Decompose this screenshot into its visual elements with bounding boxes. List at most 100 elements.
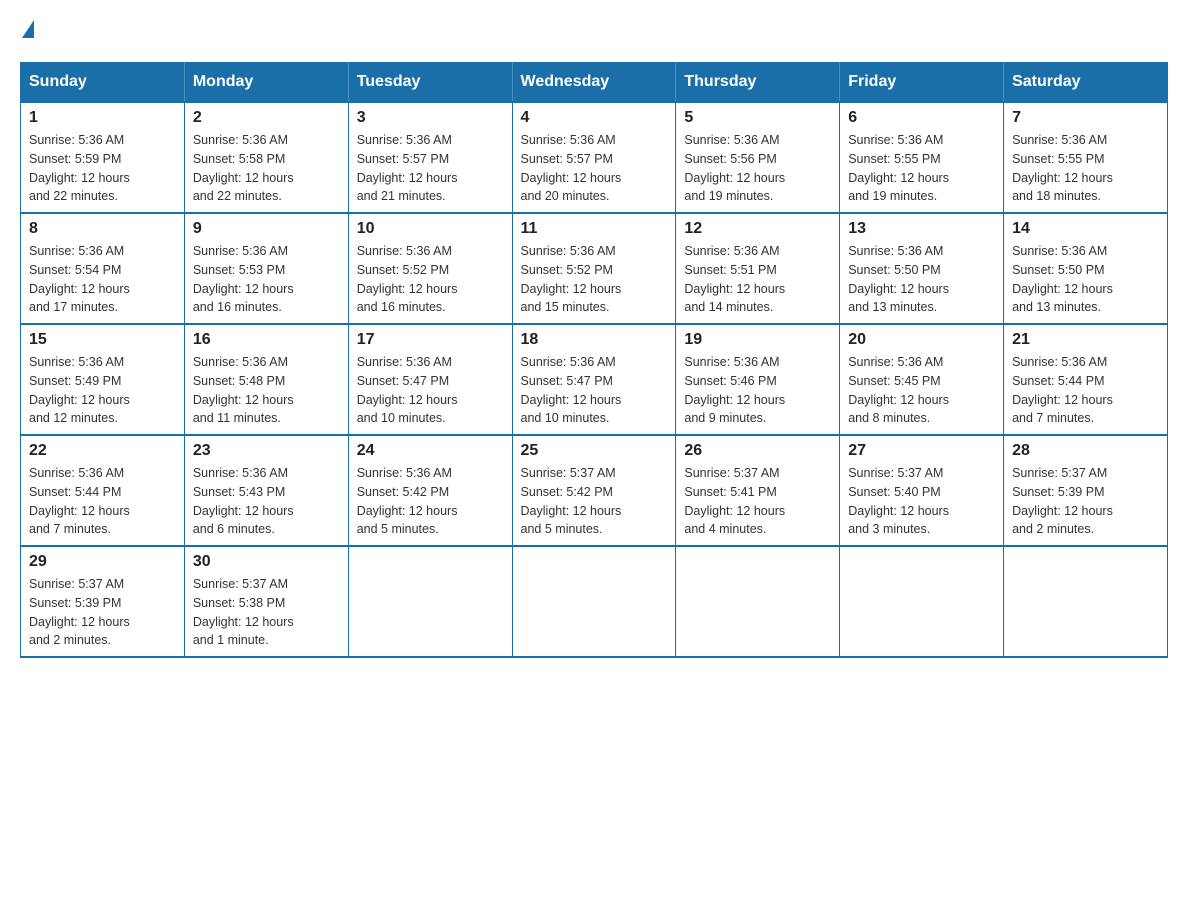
- calendar-table: SundayMondayTuesdayWednesdayThursdayFrid…: [20, 62, 1168, 658]
- day-info: Sunrise: 5:37 AM Sunset: 5:42 PM Dayligh…: [521, 464, 668, 539]
- day-info: Sunrise: 5:36 AM Sunset: 5:47 PM Dayligh…: [357, 353, 504, 428]
- table-row: 25 Sunrise: 5:37 AM Sunset: 5:42 PM Dayl…: [512, 435, 676, 546]
- table-row: 20 Sunrise: 5:36 AM Sunset: 5:45 PM Dayl…: [840, 324, 1004, 435]
- logo-triangle-icon: [22, 20, 34, 38]
- day-info: Sunrise: 5:36 AM Sunset: 5:51 PM Dayligh…: [684, 242, 831, 317]
- day-number: 23: [193, 442, 340, 460]
- table-row: 7 Sunrise: 5:36 AM Sunset: 5:55 PM Dayli…: [1004, 102, 1168, 213]
- table-row: 12 Sunrise: 5:36 AM Sunset: 5:51 PM Dayl…: [676, 213, 840, 324]
- table-row: 16 Sunrise: 5:36 AM Sunset: 5:48 PM Dayl…: [184, 324, 348, 435]
- day-number: 18: [521, 331, 668, 349]
- day-info: Sunrise: 5:36 AM Sunset: 5:57 PM Dayligh…: [521, 131, 668, 206]
- table-row: 9 Sunrise: 5:36 AM Sunset: 5:53 PM Dayli…: [184, 213, 348, 324]
- logo: [20, 20, 34, 42]
- table-row: 22 Sunrise: 5:36 AM Sunset: 5:44 PM Dayl…: [21, 435, 185, 546]
- day-info: Sunrise: 5:36 AM Sunset: 5:50 PM Dayligh…: [1012, 242, 1159, 317]
- day-info: Sunrise: 5:36 AM Sunset: 5:46 PM Dayligh…: [684, 353, 831, 428]
- day-info: Sunrise: 5:36 AM Sunset: 5:45 PM Dayligh…: [848, 353, 995, 428]
- table-row: 3 Sunrise: 5:36 AM Sunset: 5:57 PM Dayli…: [348, 102, 512, 213]
- day-number: 21: [1012, 331, 1159, 349]
- table-row: 1 Sunrise: 5:36 AM Sunset: 5:59 PM Dayli…: [21, 102, 185, 213]
- table-row: 28 Sunrise: 5:37 AM Sunset: 5:39 PM Dayl…: [1004, 435, 1168, 546]
- day-number: 13: [848, 220, 995, 238]
- day-info: Sunrise: 5:36 AM Sunset: 5:54 PM Dayligh…: [29, 242, 176, 317]
- table-row: 11 Sunrise: 5:36 AM Sunset: 5:52 PM Dayl…: [512, 213, 676, 324]
- day-number: 15: [29, 331, 176, 349]
- day-number: 12: [684, 220, 831, 238]
- table-row: 27 Sunrise: 5:37 AM Sunset: 5:40 PM Dayl…: [840, 435, 1004, 546]
- table-row: 14 Sunrise: 5:36 AM Sunset: 5:50 PM Dayl…: [1004, 213, 1168, 324]
- day-info: Sunrise: 5:36 AM Sunset: 5:47 PM Dayligh…: [521, 353, 668, 428]
- day-number: 9: [193, 220, 340, 238]
- day-info: Sunrise: 5:37 AM Sunset: 5:40 PM Dayligh…: [848, 464, 995, 539]
- table-row: 8 Sunrise: 5:36 AM Sunset: 5:54 PM Dayli…: [21, 213, 185, 324]
- column-header-sunday: Sunday: [21, 63, 185, 103]
- table-row: [840, 546, 1004, 657]
- day-number: 24: [357, 442, 504, 460]
- day-info: Sunrise: 5:36 AM Sunset: 5:59 PM Dayligh…: [29, 131, 176, 206]
- table-row: [1004, 546, 1168, 657]
- day-info: Sunrise: 5:36 AM Sunset: 5:52 PM Dayligh…: [521, 242, 668, 317]
- table-row: 18 Sunrise: 5:36 AM Sunset: 5:47 PM Dayl…: [512, 324, 676, 435]
- day-info: Sunrise: 5:36 AM Sunset: 5:50 PM Dayligh…: [848, 242, 995, 317]
- day-number: 11: [521, 220, 668, 238]
- day-info: Sunrise: 5:36 AM Sunset: 5:53 PM Dayligh…: [193, 242, 340, 317]
- table-row: [676, 546, 840, 657]
- day-number: 28: [1012, 442, 1159, 460]
- day-number: 1: [29, 109, 176, 127]
- day-info: Sunrise: 5:36 AM Sunset: 5:58 PM Dayligh…: [193, 131, 340, 206]
- day-number: 5: [684, 109, 831, 127]
- calendar-week-row: 29 Sunrise: 5:37 AM Sunset: 5:39 PM Dayl…: [21, 546, 1168, 657]
- day-number: 20: [848, 331, 995, 349]
- table-row: 24 Sunrise: 5:36 AM Sunset: 5:42 PM Dayl…: [348, 435, 512, 546]
- day-info: Sunrise: 5:36 AM Sunset: 5:44 PM Dayligh…: [1012, 353, 1159, 428]
- calendar-week-row: 8 Sunrise: 5:36 AM Sunset: 5:54 PM Dayli…: [21, 213, 1168, 324]
- table-row: 4 Sunrise: 5:36 AM Sunset: 5:57 PM Dayli…: [512, 102, 676, 213]
- day-number: 3: [357, 109, 504, 127]
- day-info: Sunrise: 5:37 AM Sunset: 5:41 PM Dayligh…: [684, 464, 831, 539]
- day-info: Sunrise: 5:37 AM Sunset: 5:39 PM Dayligh…: [29, 575, 176, 650]
- day-number: 14: [1012, 220, 1159, 238]
- day-info: Sunrise: 5:36 AM Sunset: 5:43 PM Dayligh…: [193, 464, 340, 539]
- table-row: 2 Sunrise: 5:36 AM Sunset: 5:58 PM Dayli…: [184, 102, 348, 213]
- day-info: Sunrise: 5:36 AM Sunset: 5:49 PM Dayligh…: [29, 353, 176, 428]
- table-row: 17 Sunrise: 5:36 AM Sunset: 5:47 PM Dayl…: [348, 324, 512, 435]
- column-header-wednesday: Wednesday: [512, 63, 676, 103]
- calendar-week-row: 1 Sunrise: 5:36 AM Sunset: 5:59 PM Dayli…: [21, 102, 1168, 213]
- day-info: Sunrise: 5:36 AM Sunset: 5:44 PM Dayligh…: [29, 464, 176, 539]
- column-header-friday: Friday: [840, 63, 1004, 103]
- table-row: 5 Sunrise: 5:36 AM Sunset: 5:56 PM Dayli…: [676, 102, 840, 213]
- day-number: 8: [29, 220, 176, 238]
- day-number: 17: [357, 331, 504, 349]
- column-header-monday: Monday: [184, 63, 348, 103]
- day-info: Sunrise: 5:36 AM Sunset: 5:42 PM Dayligh…: [357, 464, 504, 539]
- day-info: Sunrise: 5:36 AM Sunset: 5:55 PM Dayligh…: [1012, 131, 1159, 206]
- table-row: 15 Sunrise: 5:36 AM Sunset: 5:49 PM Dayl…: [21, 324, 185, 435]
- day-number: 6: [848, 109, 995, 127]
- day-number: 19: [684, 331, 831, 349]
- day-info: Sunrise: 5:37 AM Sunset: 5:38 PM Dayligh…: [193, 575, 340, 650]
- calendar-week-row: 15 Sunrise: 5:36 AM Sunset: 5:49 PM Dayl…: [21, 324, 1168, 435]
- page-header: [20, 20, 1168, 42]
- table-row: [512, 546, 676, 657]
- table-row: 6 Sunrise: 5:36 AM Sunset: 5:55 PM Dayli…: [840, 102, 1004, 213]
- calendar-header-row: SundayMondayTuesdayWednesdayThursdayFrid…: [21, 63, 1168, 103]
- table-row: 19 Sunrise: 5:36 AM Sunset: 5:46 PM Dayl…: [676, 324, 840, 435]
- table-row: 10 Sunrise: 5:36 AM Sunset: 5:52 PM Dayl…: [348, 213, 512, 324]
- day-info: Sunrise: 5:36 AM Sunset: 5:48 PM Dayligh…: [193, 353, 340, 428]
- column-header-saturday: Saturday: [1004, 63, 1168, 103]
- day-info: Sunrise: 5:37 AM Sunset: 5:39 PM Dayligh…: [1012, 464, 1159, 539]
- day-number: 26: [684, 442, 831, 460]
- day-number: 22: [29, 442, 176, 460]
- day-info: Sunrise: 5:36 AM Sunset: 5:55 PM Dayligh…: [848, 131, 995, 206]
- table-row: 23 Sunrise: 5:36 AM Sunset: 5:43 PM Dayl…: [184, 435, 348, 546]
- table-row: 30 Sunrise: 5:37 AM Sunset: 5:38 PM Dayl…: [184, 546, 348, 657]
- column-header-thursday: Thursday: [676, 63, 840, 103]
- column-header-tuesday: Tuesday: [348, 63, 512, 103]
- day-number: 25: [521, 442, 668, 460]
- calendar-week-row: 22 Sunrise: 5:36 AM Sunset: 5:44 PM Dayl…: [21, 435, 1168, 546]
- table-row: 13 Sunrise: 5:36 AM Sunset: 5:50 PM Dayl…: [840, 213, 1004, 324]
- day-number: 30: [193, 553, 340, 571]
- table-row: 26 Sunrise: 5:37 AM Sunset: 5:41 PM Dayl…: [676, 435, 840, 546]
- day-number: 2: [193, 109, 340, 127]
